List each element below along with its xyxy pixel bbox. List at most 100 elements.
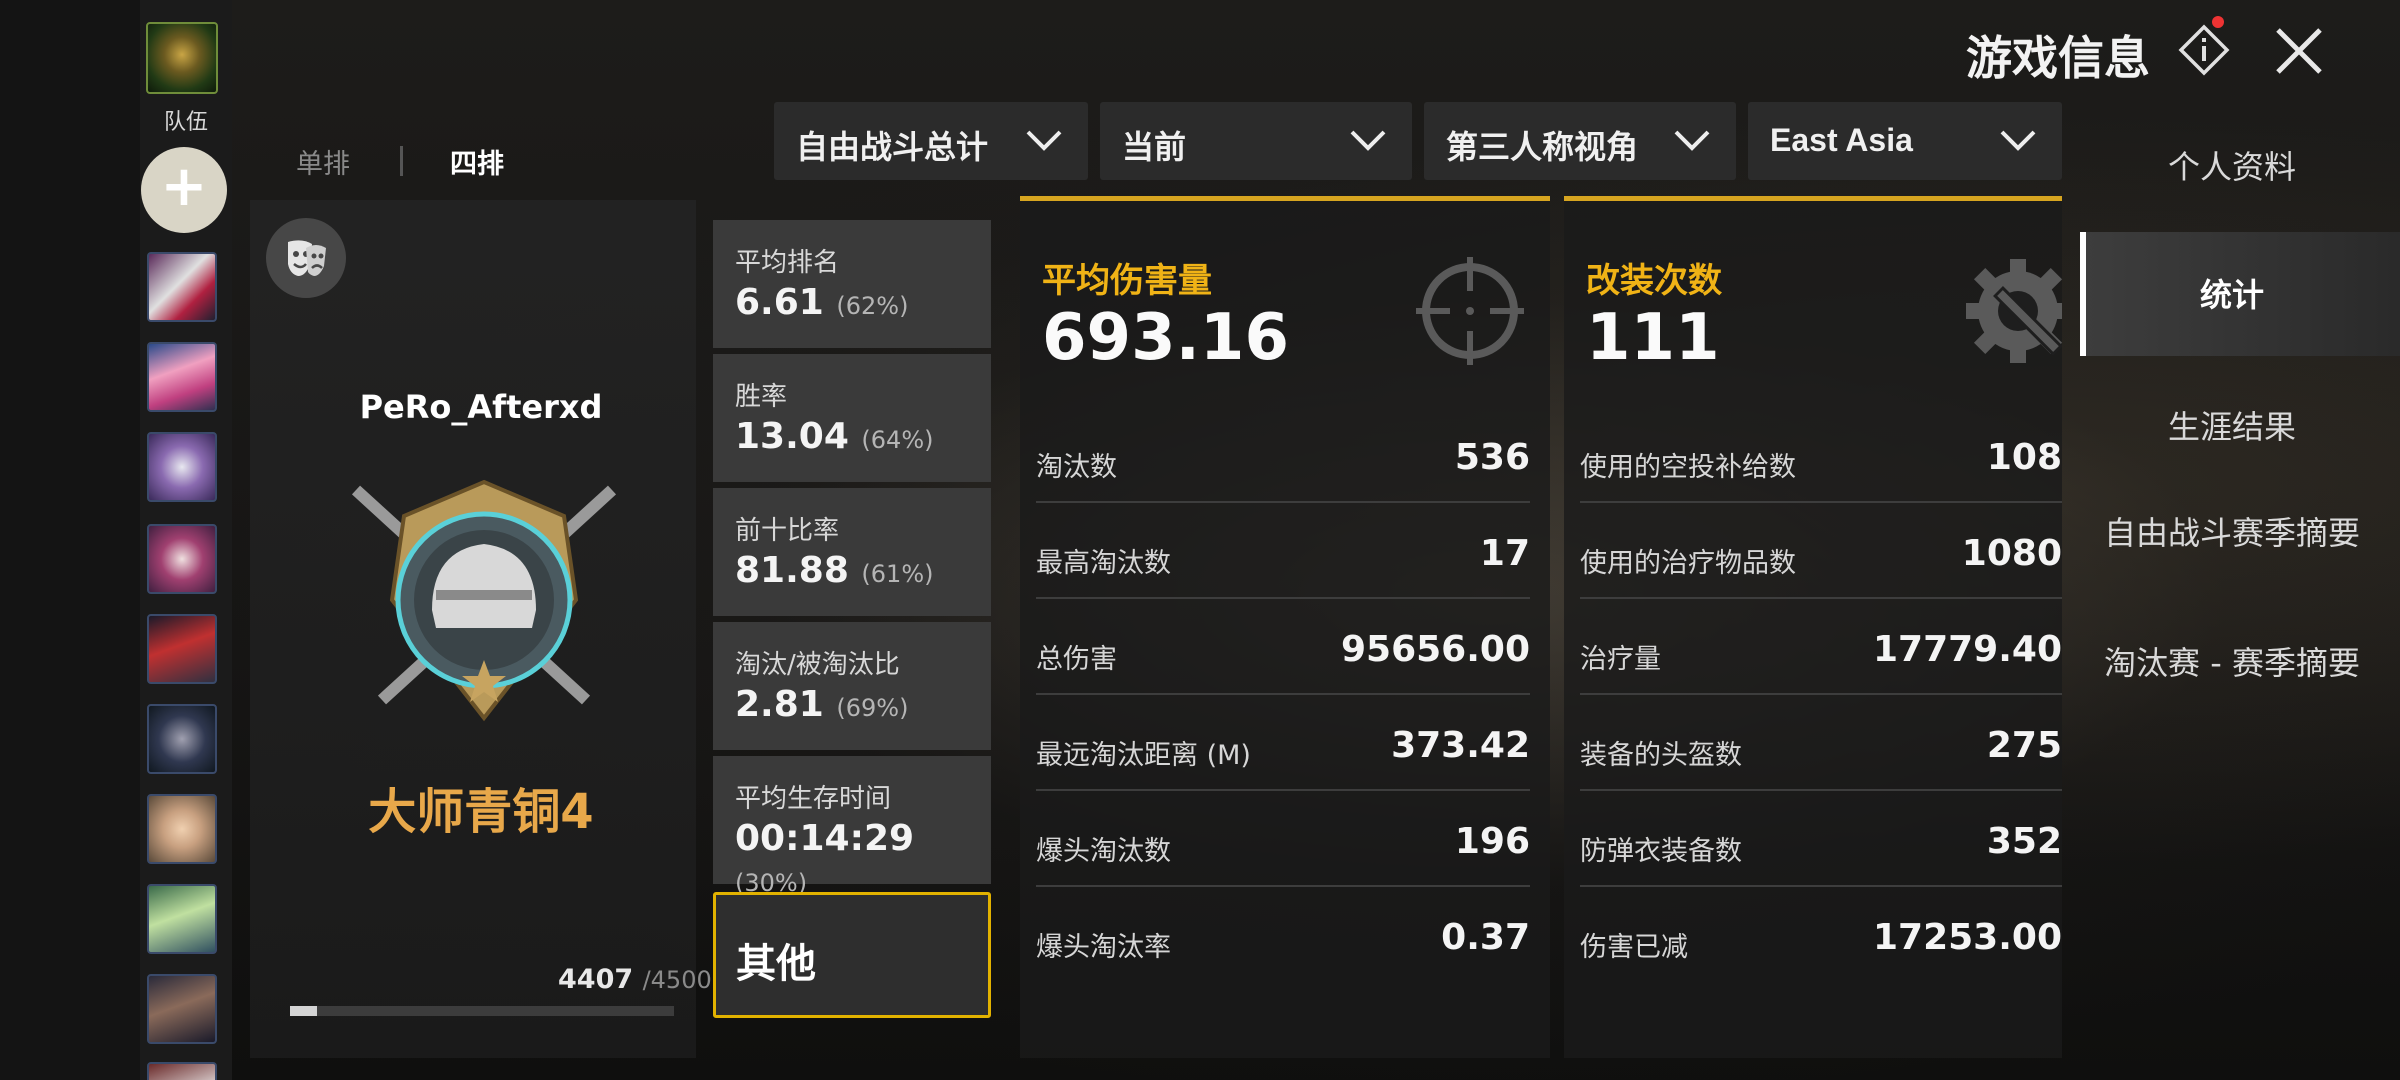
nav-item-free-battle-season-summary[interactable]: 自由战斗赛季摘要: [2064, 512, 2400, 554]
player-name: PeRo_Afterxd: [359, 388, 603, 426]
stat-row: 爆头淘汰率 0.37: [1036, 887, 1530, 983]
tab-solo[interactable]: 单排: [296, 142, 350, 181]
mode-dropdown[interactable]: 自由战斗总计: [774, 102, 1088, 180]
friend-avatar[interactable]: [147, 794, 217, 864]
stat-row: 伤害已减 17253.00: [1580, 887, 2062, 983]
stat-row: 最远淘汰距离 (M) 373.42: [1036, 695, 1530, 791]
stat-label: 平均生存时间: [735, 784, 892, 814]
row-label: 使用的空投补给数: [1580, 452, 1796, 483]
stat-row: 使用的空投补给数 108: [1580, 407, 2062, 503]
rank-progress-fill: [290, 1006, 317, 1016]
team-label: 队伍: [163, 110, 208, 135]
row-value: 108: [1986, 437, 2062, 478]
friend-avatar[interactable]: [147, 432, 217, 502]
row-value: 275: [1986, 725, 2062, 766]
rank-points: 4407 /4500: [558, 964, 712, 995]
stat-value: 6.61 (62%): [735, 282, 909, 323]
stat-row: 使用的治疗物品数 1080: [1580, 503, 2062, 599]
row-label: 最远淘汰距离 (M): [1036, 740, 1251, 771]
support-panel: 改装次数 111 使用的空投补给数 108 使用的治疗物品数 1080 治疗量 …: [1564, 196, 2062, 1058]
friend-avatar[interactable]: [147, 974, 217, 1044]
stat-box-avg-survival[interactable]: 平均生存时间 00:14:29 (30%): [713, 756, 991, 897]
nav-item-career-results[interactable]: 生涯结果: [2064, 406, 2400, 448]
row-label: 防弹衣装备数: [1580, 836, 1742, 867]
perspective-dropdown[interactable]: 第三人称视角: [1424, 102, 1736, 180]
panel-title: 平均伤害量: [1042, 261, 1212, 301]
row-value: 1080: [1961, 533, 2062, 574]
stat-row: 防弹衣装备数 352: [1580, 791, 2062, 887]
stat-box-avg-rank[interactable]: 平均排名 6.61 (62%): [713, 220, 991, 348]
other-label: 其他: [736, 941, 816, 987]
chevron-down-icon: [1350, 130, 1386, 151]
row-value: 17253.00: [1872, 917, 2062, 958]
stat-value: 00:14:29 (30%): [735, 818, 915, 897]
rank-points-max: /4500: [642, 966, 712, 994]
friend-avatar[interactable]: [147, 252, 217, 322]
row-value: 536: [1454, 437, 1530, 478]
row-value: 196: [1454, 821, 1530, 862]
tab-squad[interactable]: 四排: [450, 142, 504, 181]
friend-avatar[interactable]: [147, 1062, 217, 1080]
stat-value: 13.04 (64%): [735, 416, 934, 457]
other-stats-button[interactable]: 其他: [713, 892, 991, 1018]
row-label: 伤害已减: [1580, 932, 1688, 963]
row-label: 爆头淘汰数: [1036, 836, 1171, 867]
rank-emblem-icon: [351, 479, 617, 722]
crosshair-icon: [1416, 257, 1524, 365]
stat-label: 平均排名: [735, 248, 840, 278]
row-label: 最高淘汰数: [1036, 548, 1171, 579]
stat-row: 爆头淘汰数 196: [1036, 791, 1530, 887]
row-label: 使用的治疗物品数: [1580, 548, 1796, 579]
row-value: 352: [1986, 821, 2062, 862]
row-value: 17779.40: [1872, 629, 2062, 670]
row-label: 装备的头盔数: [1580, 740, 1742, 771]
region-dropdown[interactable]: East Asia: [1748, 102, 2062, 180]
chevron-down-icon: [1674, 130, 1710, 151]
friend-avatar[interactable]: [147, 524, 217, 594]
friend-avatar[interactable]: [147, 342, 217, 412]
panel-value: 693.16: [1042, 301, 1289, 375]
region-dropdown-value: East Asia: [1770, 122, 1913, 158]
page-title: 游戏信息: [1966, 31, 2150, 85]
row-label: 爆头淘汰率: [1036, 932, 1171, 963]
stat-box-win-rate[interactable]: 胜率 13.04 (64%): [713, 354, 991, 482]
gear-wrench-icon: [1966, 259, 2062, 363]
stat-value: 81.88 (61%): [735, 550, 934, 591]
nav-item-statistics[interactable]: 统计: [2064, 274, 2400, 316]
panel-value: 111: [1586, 301, 1720, 375]
stat-row: 装备的头盔数 275: [1580, 695, 2062, 791]
stat-label: 胜率: [735, 382, 788, 412]
friend-avatar[interactable]: [147, 884, 217, 954]
nav-item-profile[interactable]: 个人资料: [2064, 146, 2400, 188]
row-label: 总伤害: [1036, 644, 1117, 675]
info-diamond-icon[interactable]: [2178, 24, 2230, 76]
rank-name: 大师青铜4: [368, 784, 594, 840]
close-icon[interactable]: [2270, 22, 2328, 80]
chevron-down-icon: [1026, 130, 1062, 151]
season-dropdown[interactable]: 当前: [1100, 102, 1412, 180]
team-avatar[interactable]: [146, 22, 218, 94]
friend-avatar[interactable]: [147, 614, 217, 684]
notification-dot: [2212, 16, 2224, 28]
theater-mask-icon[interactable]: [266, 218, 346, 298]
support-panel-clip: 改装次数 111 使用的空投补给数 108 使用的治疗物品数 1080 治疗量 …: [1564, 196, 2062, 1058]
row-value: 373.42: [1391, 725, 1530, 766]
stat-box-kd-ratio[interactable]: 淘汰/被淘汰比 2.81 (69%): [713, 622, 991, 750]
rank-progress-bar: [290, 1006, 674, 1016]
row-value: 17: [1479, 533, 1530, 574]
stat-row: 最高淘汰数 17: [1036, 503, 1530, 599]
rank-points-current: 4407: [558, 964, 634, 995]
panel-title: 改装次数: [1586, 261, 1722, 301]
right-nav: 个人资料 统计 生涯结果 自由战斗赛季摘要 淘汰赛 - 赛季摘要: [2064, 118, 2400, 1080]
nav-item-knockout-season-summary[interactable]: 淘汰赛 - 赛季摘要: [2064, 642, 2400, 684]
stat-row: 治疗量 17779.40: [1580, 599, 2062, 695]
tab-divider: [400, 146, 403, 176]
friend-avatar[interactable]: [147, 704, 217, 774]
combat-panel: 平均伤害量 693.16 淘汰数 536 最高淘汰数 17 总伤害 95656.…: [1020, 196, 1550, 1058]
row-value: 0.37: [1441, 917, 1530, 958]
stat-row: 淘汰数 536: [1036, 407, 1530, 503]
add-teammate-button[interactable]: +: [141, 147, 227, 233]
stat-box-top10-rate[interactable]: 前十比率 81.88 (61%): [713, 488, 991, 616]
stat-value: 2.81 (69%): [735, 684, 909, 725]
season-dropdown-value: 当前: [1122, 128, 1187, 166]
